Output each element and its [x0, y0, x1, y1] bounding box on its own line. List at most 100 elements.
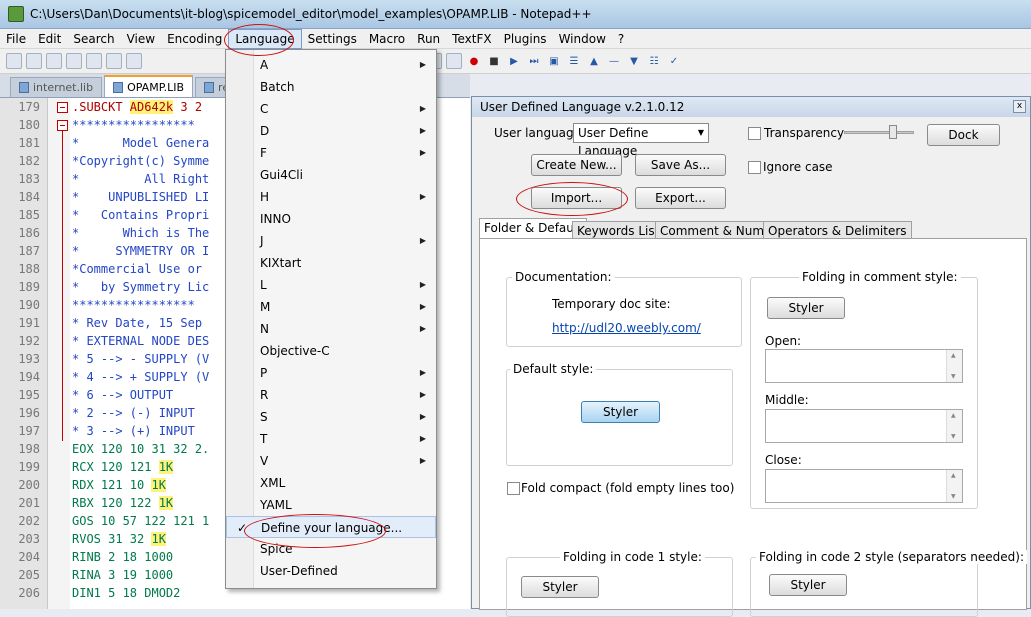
- import-button[interactable]: Import...: [531, 187, 622, 209]
- language-menu-item[interactable]: INNO: [226, 208, 436, 230]
- playback-icon[interactable]: ▶: [506, 53, 522, 69]
- close-all-icon[interactable]: [106, 53, 122, 69]
- language-menu-item[interactable]: User-Defined: [226, 560, 436, 582]
- menu-item-label: R: [260, 388, 269, 402]
- language-menu-item[interactable]: Gui4Cli: [226, 164, 436, 186]
- export-button[interactable]: Export...: [635, 187, 726, 209]
- fold-collapse-icon[interactable]: [57, 102, 68, 113]
- menu-search[interactable]: Search: [67, 30, 120, 48]
- line-number: 198: [18, 442, 40, 456]
- arrow-up-icon[interactable]: ▲: [586, 53, 602, 69]
- open-file-icon[interactable]: [26, 53, 42, 69]
- code-segment: * by Symmetry Lic: [72, 280, 210, 294]
- toolbar: ¶ ● ■ ▶ ⏭ ▣ ☰ ▲ — ▼ ☷ ✓: [0, 49, 1031, 74]
- open-textarea[interactable]: [765, 349, 963, 383]
- arrow-down-icon[interactable]: ▼: [626, 53, 642, 69]
- fold-compact-checkbox[interactable]: [507, 482, 520, 495]
- doc-site-link[interactable]: http://udl20.weebly.com/: [552, 321, 701, 335]
- user-defined-dialog-icon[interactable]: [446, 53, 462, 69]
- menu-macro[interactable]: Macro: [363, 30, 411, 48]
- language-menu-item[interactable]: YAML: [226, 494, 436, 516]
- expand-icon[interactable]: ☷: [646, 53, 662, 69]
- language-menu-item[interactable]: F ▶: [226, 142, 436, 164]
- code2-styler-button[interactable]: Styler: [769, 574, 847, 596]
- language-menu-item[interactable]: S ▶: [226, 406, 436, 428]
- save-all-icon[interactable]: [66, 53, 82, 69]
- menu-run[interactable]: Run: [411, 30, 446, 48]
- record-macro-icon[interactable]: ●: [466, 53, 482, 69]
- language-menu-item[interactable]: L ▶: [226, 274, 436, 296]
- language-menu-item[interactable]: Batch: [226, 76, 436, 98]
- create-new-button[interactable]: Create New...: [531, 154, 622, 176]
- save-as-button[interactable]: Save As...: [635, 154, 726, 176]
- stop-record-icon[interactable]: ■: [486, 53, 502, 69]
- close-textarea[interactable]: [765, 469, 963, 503]
- language-menu-item[interactable]: A ▶: [226, 54, 436, 76]
- close-icon[interactable]: x: [1013, 100, 1026, 113]
- menu-file[interactable]: File: [0, 30, 32, 48]
- code1-styler-button[interactable]: Styler: [521, 576, 599, 598]
- collapse-icon[interactable]: ☰: [566, 53, 582, 69]
- scrollbar[interactable]: [946, 350, 962, 382]
- language-menu-item[interactable]: P ▶: [226, 362, 436, 384]
- menu-plugins[interactable]: Plugins: [498, 30, 553, 48]
- menu-language[interactable]: Language: [228, 28, 302, 49]
- menu-textfx[interactable]: TextFX: [446, 30, 497, 48]
- language-menu-item[interactable]: Spice: [226, 538, 436, 560]
- language-menu-item[interactable]: Objective-C: [226, 340, 436, 362]
- code-text: RINB 2 18 1000: [72, 548, 173, 566]
- menu-help[interactable]: ?: [612, 30, 630, 48]
- line-number: 190: [18, 298, 40, 312]
- run-multiple-icon[interactable]: ⏭: [526, 53, 542, 69]
- new-file-icon[interactable]: [6, 53, 22, 69]
- comment-styler-button[interactable]: Styler: [767, 297, 845, 319]
- submenu-arrow-icon: ▶: [419, 456, 426, 465]
- menu-edit[interactable]: Edit: [32, 30, 67, 48]
- dock-button[interactable]: Dock: [927, 124, 1000, 146]
- language-menu-item[interactable]: V ▶: [226, 450, 436, 472]
- transparency-checkbox[interactable]: [748, 127, 761, 140]
- line-number: 183: [18, 172, 40, 186]
- tab-label: OPAMP.LIB: [127, 80, 185, 94]
- line-icon[interactable]: —: [606, 53, 622, 69]
- close-file-icon[interactable]: [86, 53, 102, 69]
- menu-settings[interactable]: Settings: [302, 30, 363, 48]
- language-menu-item[interactable]: T ▶: [226, 428, 436, 450]
- save-icon[interactable]: [46, 53, 62, 69]
- transparency-slider-thumb[interactable]: [889, 125, 897, 139]
- language-menu-item[interactable]: ✓ Define your language...: [226, 516, 436, 538]
- user-language-select[interactable]: User Define Language ▼: [573, 123, 709, 158]
- default-styler-button[interactable]: Styler: [581, 401, 660, 423]
- language-menu-item[interactable]: H ▶: [226, 186, 436, 208]
- line-number: 200: [18, 478, 40, 492]
- menu-window[interactable]: Window: [553, 30, 612, 48]
- tab-internet-lib[interactable]: internet.lib: [10, 77, 103, 97]
- language-menu-dropdown: A ▶ Batch C ▶ D ▶ F ▶ Gui4Cli H ▶ INNO J ▶ KIXtart L ▶ M ▶ N…: [225, 49, 437, 589]
- language-menu-item[interactable]: M ▶: [226, 296, 436, 318]
- tab-opamp-lib[interactable]: OPAMP.LIB: [104, 75, 194, 97]
- menu-view[interactable]: View: [121, 30, 161, 48]
- language-menu-item[interactable]: KIXtart: [226, 252, 436, 274]
- spellcheck-icon[interactable]: ✓: [666, 53, 682, 69]
- file-icon: [19, 82, 29, 93]
- language-menu-item[interactable]: J ▶: [226, 230, 436, 252]
- folding-code2-label: Folding in code 2 style (separators need…: [756, 550, 1028, 564]
- ignore-case-checkbox[interactable]: [748, 161, 761, 174]
- submenu-arrow-icon: ▶: [419, 302, 426, 311]
- transparency-slider[interactable]: [844, 131, 914, 134]
- language-menu-item[interactable]: D ▶: [226, 120, 436, 142]
- print-icon[interactable]: [126, 53, 142, 69]
- save-macro-icon[interactable]: ▣: [546, 53, 562, 69]
- menu-item-label: M: [260, 300, 271, 314]
- language-menu-item[interactable]: R ▶: [226, 384, 436, 406]
- middle-textarea[interactable]: [765, 409, 963, 443]
- submenu-arrow-icon: ▶: [419, 236, 426, 245]
- scrollbar[interactable]: [946, 470, 962, 502]
- menu-encoding[interactable]: Encoding: [161, 30, 228, 48]
- code-segment: * EXTERNAL NODE DES: [72, 334, 210, 348]
- language-menu-item[interactable]: XML: [226, 472, 436, 494]
- language-menu-item[interactable]: N ▶: [226, 318, 436, 340]
- fold-collapse-icon[interactable]: [57, 120, 68, 131]
- scrollbar[interactable]: [946, 410, 962, 442]
- language-menu-item[interactable]: C ▶: [226, 98, 436, 120]
